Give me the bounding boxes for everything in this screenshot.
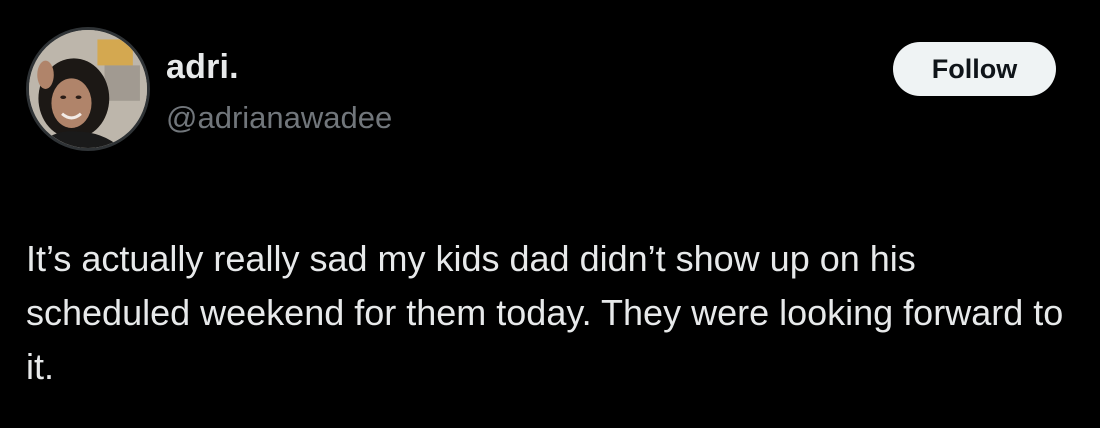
display-name[interactable]: adri. <box>166 46 239 88</box>
avatar[interactable] <box>26 27 150 151</box>
user-handle[interactable]: @adrianawadee <box>166 98 392 138</box>
tweet-text: It’s actually really sad my kids dad did… <box>26 238 1064 387</box>
profile-photo-icon <box>29 30 147 148</box>
tweet-card: adri. @adrianawadee Follow It’s actually… <box>0 0 1100 428</box>
follow-button[interactable]: Follow <box>893 42 1056 96</box>
